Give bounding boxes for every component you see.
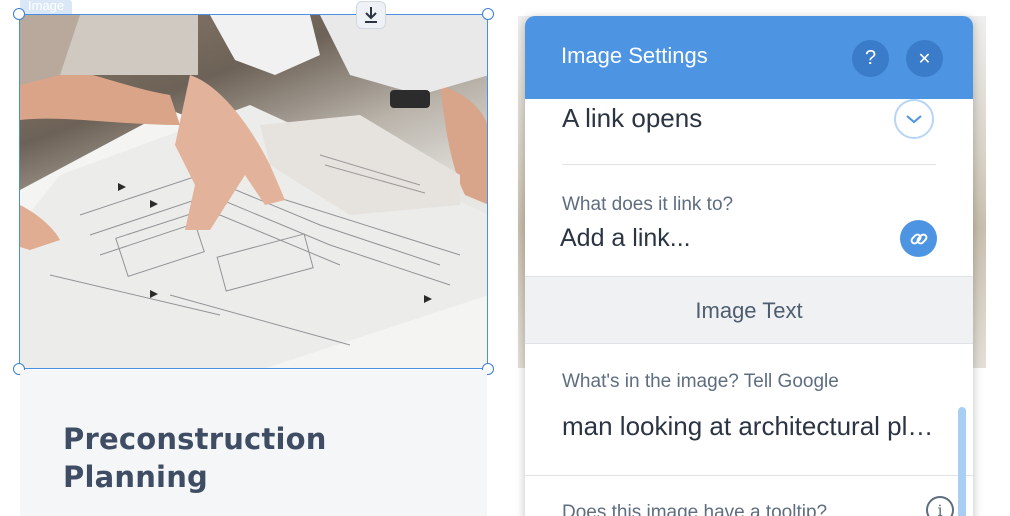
close-button[interactable]: ✕ [906, 40, 943, 77]
caption-card: Preconstruction Planning [20, 370, 487, 516]
info-icon-glyph: i [937, 500, 943, 516]
panel-title: Image Settings [561, 43, 708, 68]
info-icon[interactable]: i [926, 496, 954, 516]
tooltip-label: Does this image have a tooltip? [562, 502, 828, 516]
help-button[interactable]: ? [852, 40, 889, 77]
element-type-tag: Image [20, 0, 73, 14]
alt-text-input[interactable]: man looking at architectural plans [562, 411, 934, 442]
close-icon: ✕ [917, 50, 932, 68]
alt-text-label: What's in the image? Tell Google [562, 371, 839, 392]
image-settings-panel: Image Settings ? ✕ A link opens What doe… [525, 16, 973, 516]
panel-scrollbar[interactable] [958, 407, 966, 516]
link-to-value[interactable]: Add a link... [560, 224, 691, 253]
link-to-label: What does it link to? [562, 194, 734, 215]
resize-handle-top-left[interactable] [13, 8, 25, 20]
link-opens-dropdown[interactable]: A link opens [525, 99, 973, 182]
image-text-section-header: Image Text [525, 276, 973, 344]
link-icon [910, 233, 927, 244]
chevron-down-icon[interactable] [894, 99, 934, 139]
link-opens-value: A link opens [562, 103, 703, 133]
section-title: Image Text [695, 298, 803, 323]
add-link-button[interactable] [900, 220, 937, 257]
selected-image[interactable] [19, 14, 488, 369]
architecture-photo [20, 15, 487, 368]
panel-header: Image Settings ? ✕ [525, 16, 973, 99]
divider [562, 164, 936, 165]
resize-handle-top-right[interactable] [482, 8, 494, 20]
download-icon [365, 7, 377, 23]
caption-title[interactable]: Preconstruction Planning [63, 420, 423, 496]
download-button[interactable] [356, 1, 386, 29]
help-icon: ? [864, 47, 877, 69]
divider [525, 475, 973, 476]
